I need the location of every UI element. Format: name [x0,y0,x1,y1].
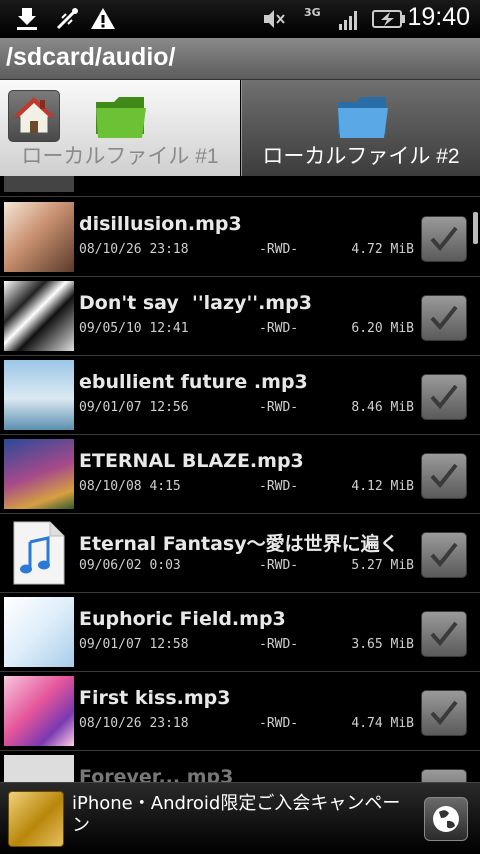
file-permissions: -RWD- [259,242,299,257]
album-art [4,676,74,746]
file-permissions: -RWD- [259,637,299,652]
album-art [4,281,74,351]
file-name: Forever... mp3 [79,766,234,782]
file-date: 09/01/07 12:56 [79,400,189,415]
audio-file-icon [4,518,74,588]
pane-tabs: ローカルファイル #1 ローカルファイル #2 [0,80,480,176]
path-bar: /sdcard/audio/ [0,38,480,80]
select-checkbox[interactable] [421,295,467,341]
file-name: Euphoric Field.mp3 [79,608,286,630]
select-checkbox[interactable] [421,690,467,736]
clock: 19:40 [407,3,470,31]
file-permissions: -RWD- [259,479,299,494]
globe-icon [433,806,459,832]
file-date: 09/06/02 0:03 [79,558,181,573]
mute-icon [264,10,285,28]
file-name: Don't say ''lazy''.mp3 [79,292,312,314]
list-item[interactable]: Eternal Fantasy～愛は世界に遍く 09/06/02 0:03 -R… [0,514,480,593]
select-checkbox[interactable] [421,611,467,657]
download-complete-icon [17,8,37,30]
ad-banner[interactable]: iPhone・Android限定ご入会キャンペーン [0,782,480,854]
file-date: 09/01/07 12:58 [79,637,189,652]
file-permissions: -RWD- [259,321,299,336]
select-checkbox[interactable] [421,216,467,262]
file-date: 08/10/26 23:18 [79,716,189,731]
file-name: First kiss.mp3 [79,687,231,709]
file-permissions: -RWD- [259,558,299,573]
ad-text: iPhone・Android限定ご入会キャンペーン [72,793,401,836]
credit-card-image [8,791,64,847]
list-item[interactable]: ETERNAL BLAZE.mp3 08/10/08 4:15 -RWD- 4.… [0,435,480,514]
network-type-label: 3G [304,6,321,19]
scrollbar[interactable] [473,212,478,244]
file-permissions: -RWD- [259,716,299,731]
list-item-partial-top[interactable] [0,176,480,197]
list-item[interactable]: ebullient future .mp3 09/01/07 12:56 -RW… [0,356,480,435]
file-size: 3.65 MiB [351,637,414,652]
file-size: 8.46 MiB [351,400,414,415]
tab-local-file-1[interactable]: ローカルファイル #1 [0,80,240,176]
album-art [4,360,74,430]
file-size: 4.72 MiB [351,242,414,257]
file-size: 4.12 MiB [351,479,414,494]
signal-icon [339,11,357,30]
list-item[interactable]: Don't say ''lazy''.mp3 09/05/10 12:41 -R… [0,277,480,356]
album-art [4,597,74,667]
tab-local-file-2[interactable]: ローカルファイル #2 [241,80,480,176]
file-size: 6.20 MiB [351,321,414,336]
select-checkbox[interactable] [421,453,467,499]
checkmark-icon [430,700,458,726]
status-bar: 3G 19:40 [0,0,480,38]
file-size: 4.74 MiB [351,716,414,731]
select-checkbox[interactable] [421,532,467,578]
file-date: 09/05/10 12:41 [79,321,189,336]
file-name: ebullient future .mp3 [79,371,308,393]
battery-charging-icon [372,10,405,28]
checkmark-icon [430,305,458,331]
current-path: /sdcard/audio/ [6,43,176,71]
select-checkbox[interactable] [421,769,467,782]
file-name: Eternal Fantasy～愛は世界に遍く [79,533,399,555]
select-checkbox[interactable] [421,374,467,420]
folder-green-icon [96,97,146,138]
checkmark-icon [430,384,458,410]
checkmark-icon [430,463,458,489]
album-art [4,202,74,272]
checkmark-icon [430,621,458,647]
warning-icon [91,8,115,29]
home-button[interactable] [8,90,60,142]
checkmark-icon [430,226,458,252]
list-item[interactable]: disillusion.mp3 08/10/26 23:18 -RWD- 4.7… [0,198,480,277]
album-art [4,176,74,192]
file-permissions: -RWD- [259,400,299,415]
checkmark-icon [430,542,458,568]
browser-button[interactable] [424,797,468,841]
album-art [4,755,74,782]
file-date: 08/10/26 23:18 [79,242,189,257]
file-date: 08/10/08 4:15 [79,479,181,494]
file-size: 5.27 MiB [351,558,414,573]
home-icon [13,97,55,134]
list-item[interactable]: Euphoric Field.mp3 09/01/07 12:58 -RWD- … [0,593,480,672]
usb-debug-icon [56,8,78,30]
tab-label: ローカルファイル #2 [262,145,460,168]
list-item[interactable]: First kiss.mp3 08/10/26 23:18 -RWD- 4.74… [0,672,480,751]
file-list[interactable]: disillusion.mp3 08/10/26 23:18 -RWD- 4.7… [0,176,480,782]
file-name: ETERNAL BLAZE.mp3 [79,450,304,472]
file-name: disillusion.mp3 [79,213,242,235]
folder-blue-icon [338,97,388,138]
list-item-partial-bottom[interactable]: Forever... mp3 [0,751,480,782]
tab-label: ローカルファイル #1 [21,145,219,168]
album-art [4,439,74,509]
